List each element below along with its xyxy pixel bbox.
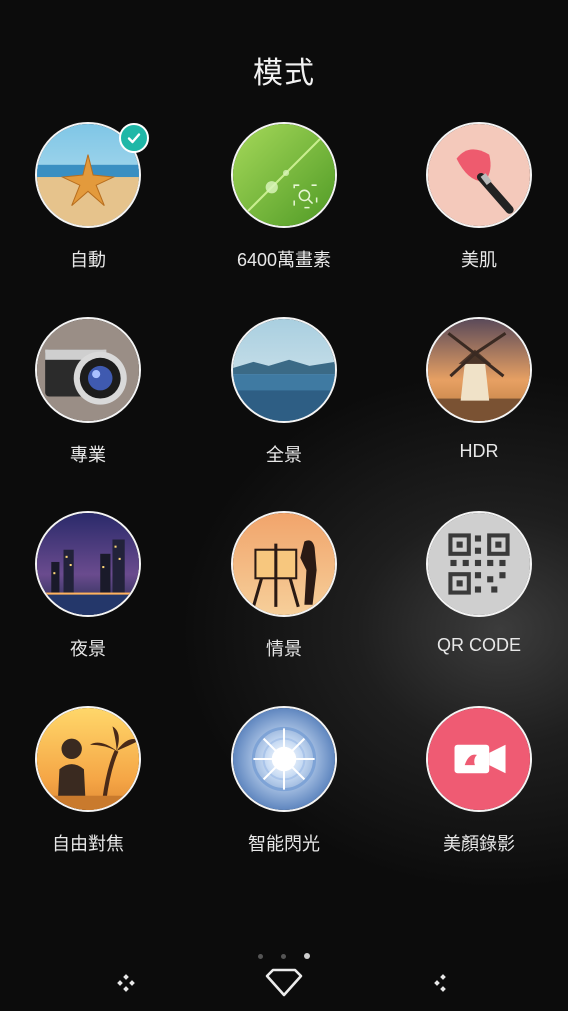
mode-label: 自由對焦 xyxy=(52,834,124,854)
mode-smart-flash[interactable]: 智能閃光 xyxy=(204,706,364,876)
mode-panorama[interactable]: 全景 xyxy=(204,317,364,487)
mode-scene[interactable]: 情景 xyxy=(204,511,364,681)
mode-label: HDR xyxy=(459,441,499,461)
painter-easel-icon xyxy=(231,511,337,617)
makeup-brush-icon xyxy=(426,122,532,228)
home-diamond-icon[interactable] xyxy=(254,960,314,1006)
mode-label: 自動 xyxy=(70,250,106,270)
mode-beauty-video[interactable]: 美顏錄影 xyxy=(399,706,559,876)
mode-label: 美肌 xyxy=(461,250,497,270)
mode-free-focus[interactable]: 自由對焦 xyxy=(8,706,168,876)
mode-hdr[interactable]: HDR xyxy=(399,317,559,487)
mode-label: 夜景 xyxy=(70,639,106,659)
page-dot xyxy=(281,954,286,959)
right-nav-icon[interactable] xyxy=(411,960,471,1006)
video-camera-icon xyxy=(426,706,532,812)
mode-64mp[interactable]: 6400萬畫素 xyxy=(204,122,364,292)
smart-flash-icon xyxy=(231,706,337,812)
mode-label: QR CODE xyxy=(436,635,521,655)
night-city-icon xyxy=(35,511,141,617)
page-dot xyxy=(257,954,263,959)
mode-label: 專業 xyxy=(70,445,106,465)
mode-pro[interactable]: 專業 xyxy=(8,317,168,487)
palm-tree-portrait-icon xyxy=(35,706,141,812)
mode-label: 全景 xyxy=(266,445,302,465)
mode-beauty[interactable]: 美肌 xyxy=(399,122,559,292)
windmill-icon xyxy=(426,317,532,423)
mode-label: 情景 xyxy=(266,639,302,659)
mode-label: 美顏錄影 xyxy=(443,834,515,854)
mode-auto[interactable]: 自動 xyxy=(8,122,168,292)
mode-qr-code[interactable]: QR CODE xyxy=(399,511,559,681)
selected-check-icon xyxy=(119,123,149,153)
pro-camera-icon xyxy=(35,317,141,423)
navigation-bar xyxy=(0,960,568,1011)
panorama-lake-icon xyxy=(231,317,337,423)
page-title: 模式 xyxy=(253,57,315,90)
mode-label: 6400萬畫素 xyxy=(236,250,332,270)
mode-label: 智能閃光 xyxy=(248,834,320,854)
page-dot-active xyxy=(304,953,311,959)
mode-night[interactable]: 夜景 xyxy=(8,511,168,681)
qr-code-icon xyxy=(426,511,532,617)
left-nav-icon[interactable] xyxy=(96,960,156,1006)
leaf-macro-icon xyxy=(231,122,337,228)
